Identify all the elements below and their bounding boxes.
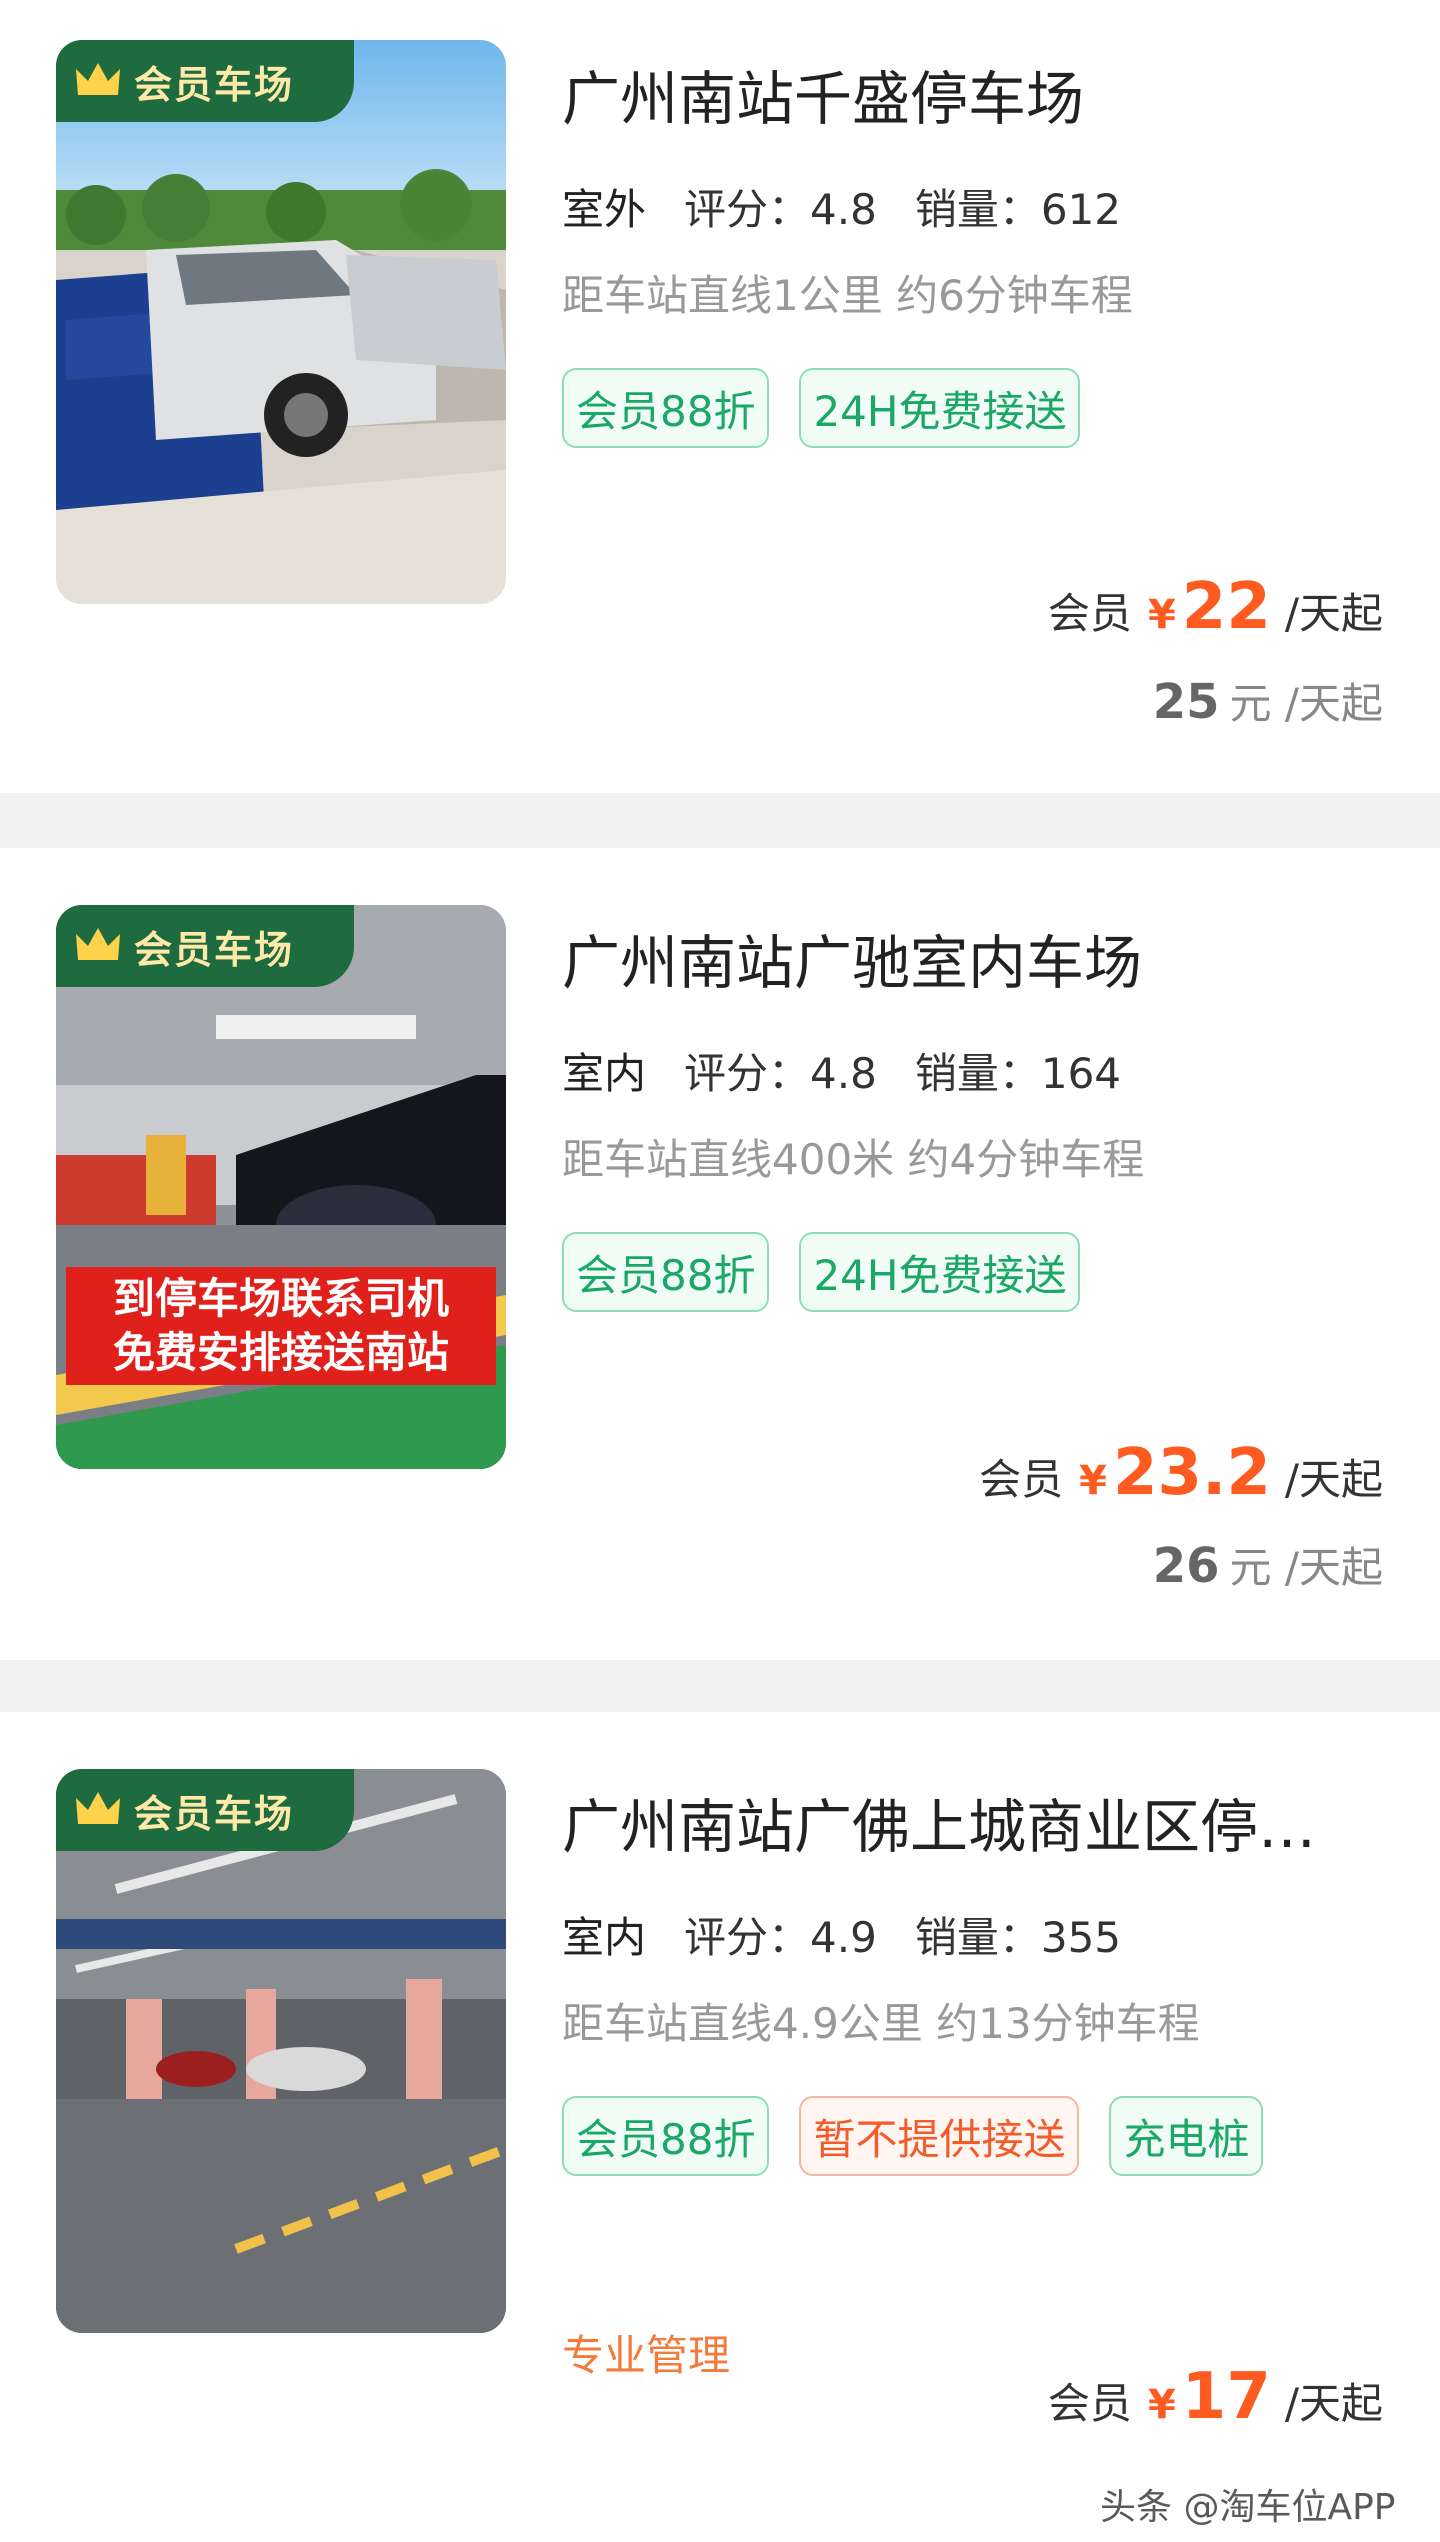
distance-info: 距车站直线4.9公里 约13分钟车程: [562, 1999, 1200, 2048]
card-divider: [0, 1660, 1440, 1712]
original-price-value: 26: [1152, 1538, 1220, 1594]
lot-type: 室外: [557, 176, 651, 243]
rating-value: 4.8: [810, 1049, 877, 1098]
discount-tag: 会员88折: [562, 368, 770, 448]
badge-label: 会员车场: [134, 1791, 295, 1836]
member-price-label: 会员: [1047, 589, 1132, 638]
member-price-label: 会员: [1047, 2379, 1132, 2428]
sales-value: 355: [1040, 1913, 1122, 1962]
currency-symbol: ¥: [1147, 592, 1176, 638]
photo-caption-line: 到停车场联系司机: [112, 1274, 449, 1323]
parking-lot-title[interactable]: 广州南站千盛停车场: [562, 52, 1382, 136]
badge-label: 会员车场: [134, 62, 295, 107]
watermark: 头条 @淘车位APP: [1100, 2487, 1396, 2528]
charging-pile-tag: 充电桩: [1109, 2096, 1264, 2176]
tag-list: 会员88折 24H免费接送: [562, 1232, 1322, 1312]
lot-meta: 室外 评分：4.8 销量：612: [557, 176, 1121, 243]
crown-icon: [76, 63, 120, 95]
discount-tag: 会员88折: [562, 1232, 770, 1312]
lot-meta: 室内 评分：4.8 销量：164: [557, 1040, 1121, 1107]
member-price-label: 会员: [979, 1455, 1064, 1504]
tag-list: 会员88折 暂不提供接送 充电桩: [562, 2096, 1322, 2176]
no-shuttle-tag: 暂不提供接送: [799, 2096, 1080, 2176]
member-lot-badge: 会员车场: [56, 905, 354, 987]
sales: 销量：612: [915, 176, 1121, 237]
original-price-value: 25: [1152, 674, 1220, 730]
outdoor-lot-image: [56, 40, 506, 604]
underground-lot-image: [56, 1769, 506, 2333]
member-price: 会员 ¥ 22 /天起: [1048, 570, 1383, 644]
price-unit: /天起: [1284, 1455, 1383, 1504]
distance-info: 距车站直线1公里 约6分钟车程: [562, 271, 1133, 320]
rating: 评分：4.8: [684, 1040, 877, 1101]
sales-value: 612: [1040, 185, 1122, 234]
parking-lot-title[interactable]: 广州南站广佛上城商业区停…: [562, 1780, 1352, 1864]
currency-symbol: ¥: [1079, 1458, 1107, 1504]
discount-tag: 会员88折: [562, 2096, 770, 2176]
original-price: 25 元 /天起: [1153, 670, 1383, 731]
member-price-value: 22: [1181, 570, 1271, 644]
sales: 销量：355: [915, 1904, 1121, 1965]
rating-value: 4.9: [810, 1913, 877, 1962]
currency-symbol: ¥: [1147, 2382, 1176, 2428]
photo-caption-line: 免费安排接送南站: [112, 1328, 449, 1377]
member-price-value: 17: [1181, 2360, 1271, 2434]
parking-lot-photo[interactable]: 到停车场联系司机 免费安排接送南站 会员车场: [56, 905, 506, 1469]
price-unit: /天起: [1284, 2379, 1383, 2428]
rating-label: 评分：: [684, 1049, 811, 1098]
badge-label: 会员车场: [134, 927, 295, 972]
parking-card[interactable]: 到停车场联系司机 免费安排接送南站 会员车场 广州南站广驰室内车场 室内 评分：…: [0, 848, 1440, 1660]
member-lot-badge: 会员车场: [56, 1769, 354, 1851]
crown-icon: [76, 1792, 120, 1824]
rating-value: 4.8: [810, 185, 877, 234]
parking-lot-title[interactable]: 广州南站广驰室内车场: [562, 916, 1382, 1000]
rating: 评分：4.9: [684, 1904, 877, 1965]
rating-label: 评分：: [684, 185, 811, 234]
sales-value: 164: [1040, 1049, 1122, 1098]
lot-meta: 室内 评分：4.9 销量：355: [557, 1904, 1121, 1971]
member-price: 会员 ¥ 23.2 /天起: [979, 1436, 1383, 1510]
crown-icon: [76, 928, 120, 960]
tag-list: 会员88折 24H免费接送: [562, 368, 1322, 448]
management-note: 专业管理: [562, 2331, 731, 2380]
rating-label: 评分：: [684, 1913, 811, 1962]
parking-lot-photo[interactable]: 会员车场: [56, 1769, 506, 2333]
member-price: 会员 ¥ 17 /天起: [1048, 2360, 1383, 2434]
parking-lot-photo[interactable]: 会员车场: [56, 40, 506, 604]
lot-type: 室内: [557, 1904, 651, 1971]
member-lot-badge: 会员车场: [56, 40, 354, 122]
price-unit: /天起: [1284, 589, 1383, 638]
lot-type: 室内: [557, 1040, 651, 1107]
distance-info: 距车站直线400米 约4分钟车程: [562, 1135, 1145, 1184]
shuttle-tag: 24H免费接送: [799, 368, 1081, 448]
sales-label: 销量：: [914, 1913, 1041, 1962]
original-price-unit: 元 /天起: [1229, 679, 1383, 728]
card-divider: [0, 793, 1440, 848]
sales: 销量：164: [915, 1040, 1121, 1101]
original-price: 26 元 /天起: [1153, 1534, 1383, 1595]
parking-card[interactable]: 会员车场 广州南站千盛停车场 室外 评分：4.8 销量：612 距车站直线1公里…: [0, 0, 1440, 793]
rating: 评分：4.8: [684, 176, 877, 237]
sales-label: 销量：: [914, 185, 1041, 234]
sales-label: 销量：: [914, 1049, 1041, 1098]
photo-caption: 到停车场联系司机 免费安排接送南站: [66, 1267, 496, 1385]
original-price-unit: 元 /天起: [1229, 1543, 1383, 1592]
parking-card[interactable]: 会员车场 广州南站广佛上城商业区停… 室内 评分：4.9 销量：355 距车站直…: [0, 1712, 1440, 2542]
shuttle-tag: 24H免费接送: [799, 1232, 1081, 1312]
member-price-value: 23.2: [1112, 1436, 1271, 1510]
